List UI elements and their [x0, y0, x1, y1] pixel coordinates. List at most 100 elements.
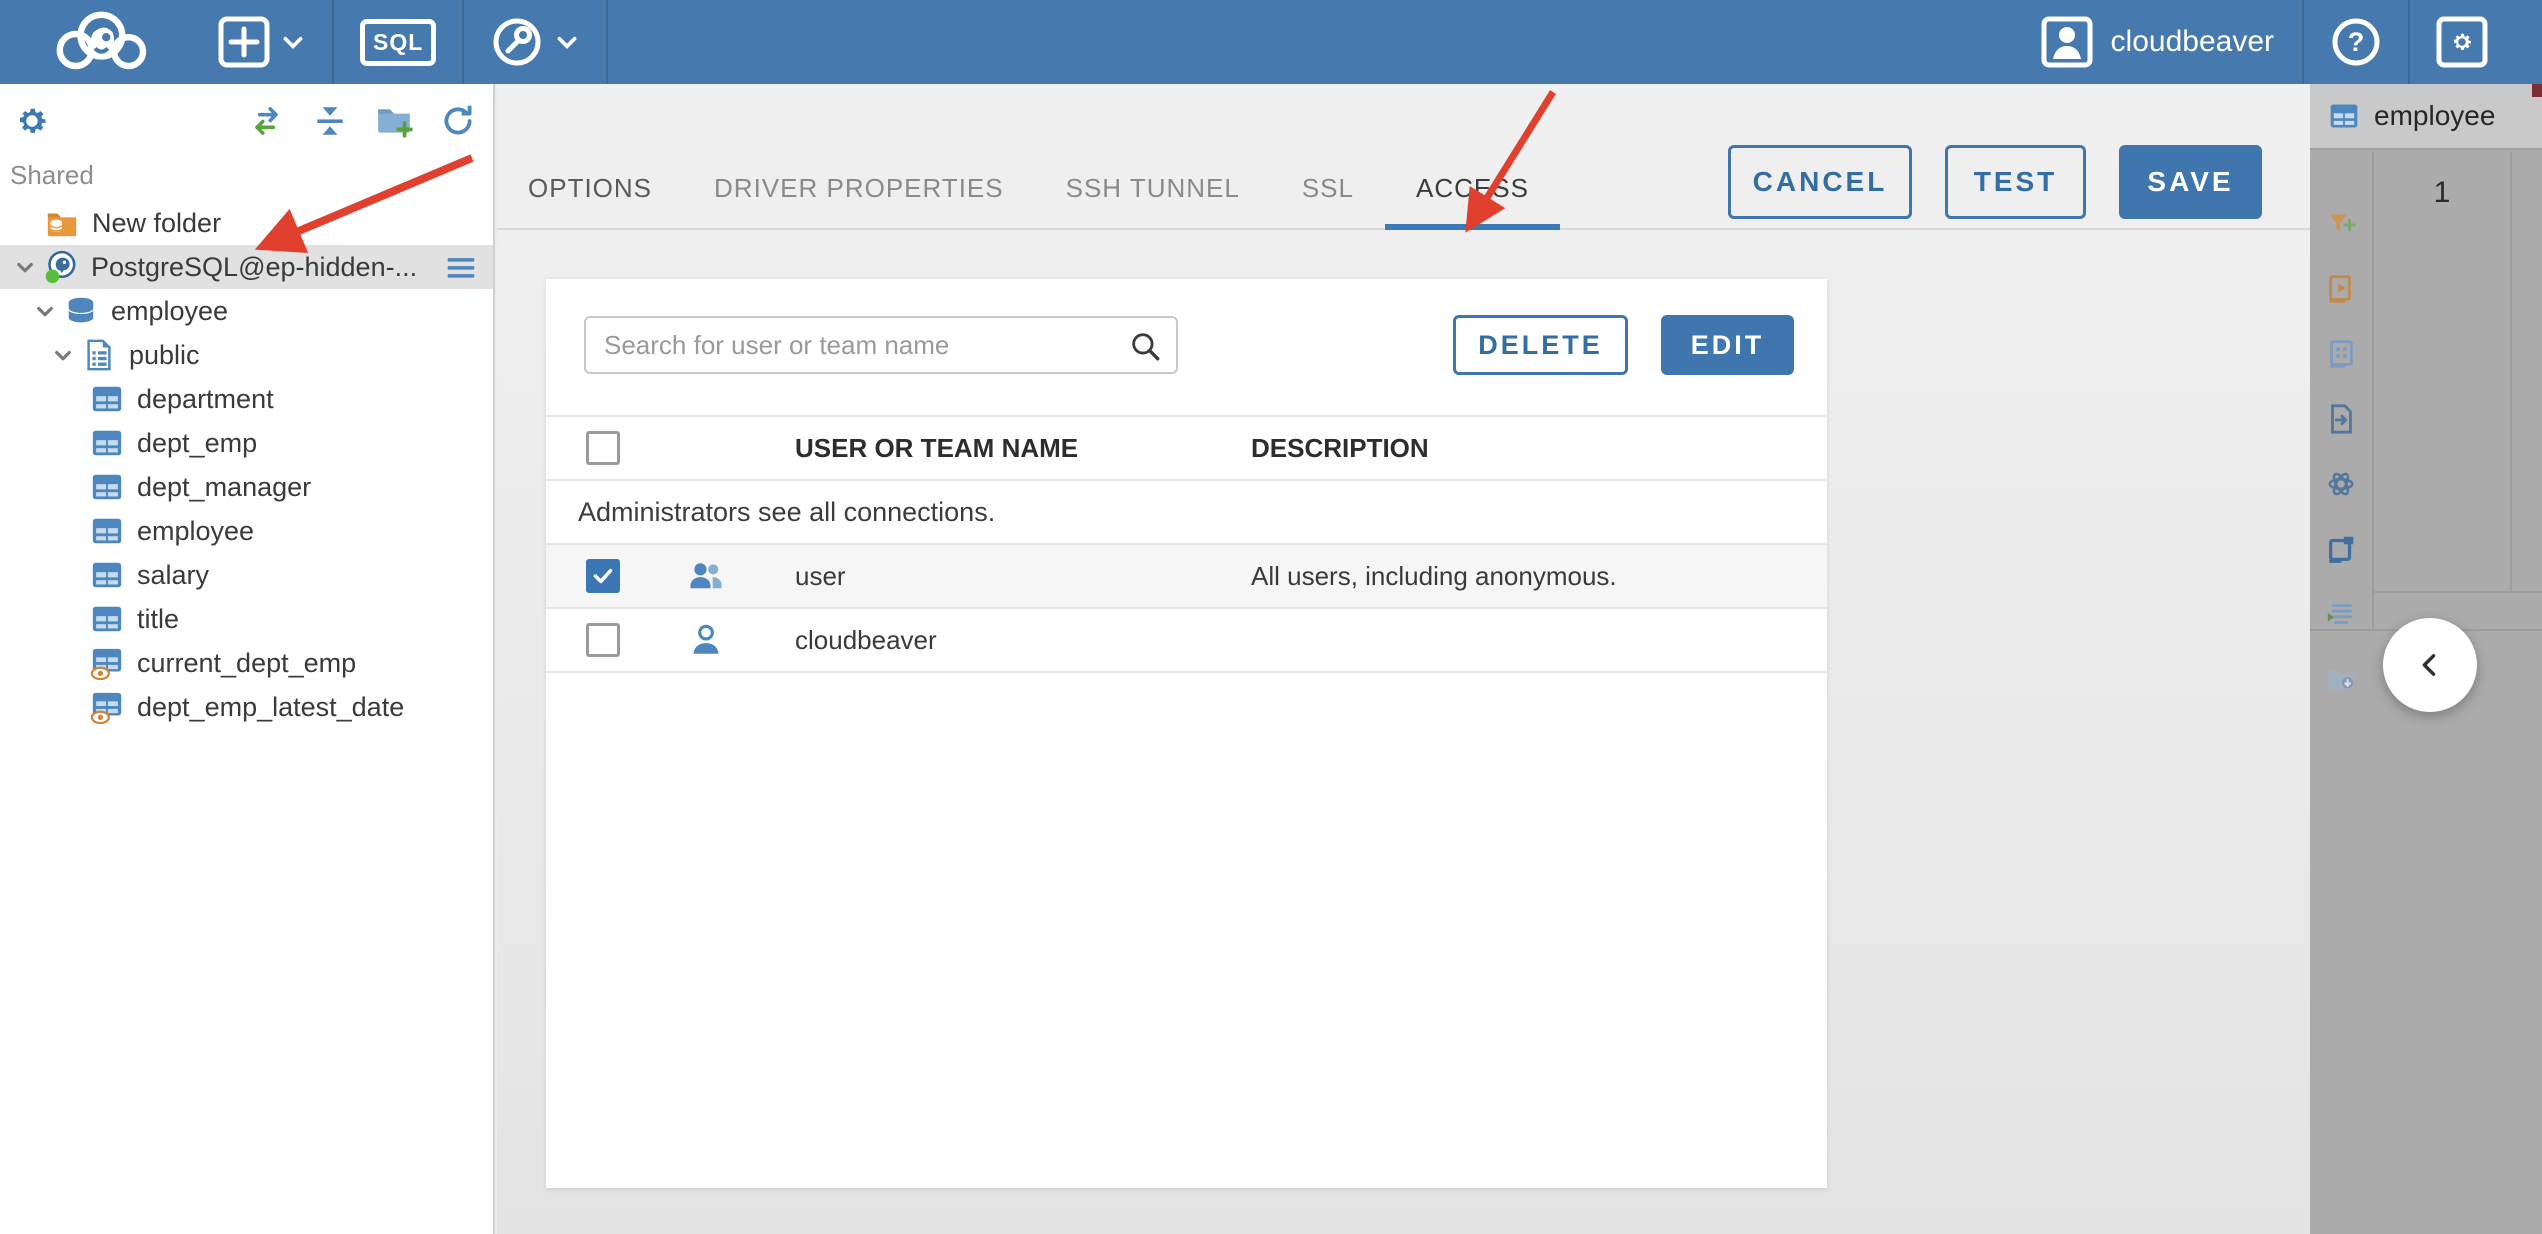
export-document-icon[interactable]	[2324, 402, 2358, 436]
table-row-user[interactable]: user All users, including anonymous.	[546, 545, 1827, 609]
row-name: user	[795, 560, 846, 591]
tree-item-table-title[interactable]: title	[0, 597, 493, 641]
grid-divider	[2510, 152, 2512, 592]
user-icon	[687, 621, 725, 659]
tab-employee-table[interactable]: employee	[2310, 84, 2542, 150]
table-icon	[90, 514, 124, 548]
refresh-icon[interactable]	[439, 102, 477, 140]
cloudbeaver-logo[interactable]	[48, 10, 158, 74]
cloudbeaver-app: SQL cloudbeaver ? Shared New folder Post…	[0, 0, 2542, 1234]
open-in-window-icon[interactable]	[2324, 532, 2358, 566]
top-bar: SQL cloudbeaver ?	[0, 0, 2542, 84]
save-to-folder-icon[interactable]	[2324, 662, 2358, 696]
user-avatar-icon	[2041, 16, 2093, 68]
beaver-cloud-icon	[56, 11, 147, 70]
row-name: cloudbeaver	[795, 624, 937, 655]
link-editor-icon[interactable]	[247, 102, 285, 140]
add-filter-icon[interactable]	[2324, 207, 2358, 241]
tree-item-table-dept-emp[interactable]: dept_emp	[0, 421, 493, 465]
tree-item-table-employee[interactable]: employee	[0, 509, 493, 553]
navigation-sidebar: Shared New folder PostgreSQL@ep-hidden-.…	[0, 84, 495, 1234]
chevron-down-icon[interactable]	[10, 252, 40, 282]
tree-item-table-dept-manager[interactable]: dept_manager	[0, 465, 493, 509]
row-checkbox-checked[interactable]	[586, 559, 620, 593]
tree-item-new-folder[interactable]: New folder	[0, 201, 493, 245]
connection-tools-button[interactable]	[464, 0, 606, 84]
user-menu[interactable]: cloudbeaver	[2013, 0, 2302, 84]
tab-driver-properties[interactable]: DRIVER PROPERTIES	[683, 173, 1035, 228]
postgresql-icon	[44, 250, 78, 284]
tree-item-table-salary[interactable]: salary	[0, 553, 493, 597]
grid-divider	[2372, 152, 2374, 630]
table-icon	[90, 382, 124, 416]
table-info-row: Administrators see all connections.	[546, 481, 1827, 545]
wrench-circle-icon	[493, 18, 541, 66]
right-panel: employee 1	[2310, 84, 2542, 1234]
tab-access[interactable]: ACCESS	[1385, 173, 1560, 230]
right-tab-label: employee	[2374, 100, 2496, 131]
username-label: cloudbeaver	[2110, 25, 2274, 58]
search-box	[584, 316, 1178, 374]
script-play-icon[interactable]	[2324, 272, 2358, 306]
table-icon	[90, 426, 124, 460]
table-icon	[90, 602, 124, 636]
tab-options[interactable]: OPTIONS	[497, 173, 683, 228]
settings-tabbar: OPTIONS DRIVER PROPERTIES SSH TUNNEL SSL…	[497, 150, 2310, 230]
view-icon	[90, 690, 124, 724]
tree-item-table-department[interactable]: department	[0, 377, 493, 421]
help-button[interactable]: ?	[2304, 0, 2408, 84]
chevron-down-icon[interactable]	[30, 296, 60, 326]
execution-log-icon[interactable]	[2324, 597, 2358, 631]
search-icon[interactable]	[1128, 329, 1162, 363]
tree-item-database-employee[interactable]: employee	[0, 289, 493, 333]
connection-menu-icon[interactable]	[445, 251, 477, 283]
access-table: USER OR TEAM NAME DESCRIPTION Administra…	[546, 415, 1827, 673]
table-row-cloudbeaver[interactable]: cloudbeaver	[546, 609, 1827, 673]
column-header-name: USER OR TEAM NAME	[795, 432, 1079, 463]
table-icon	[90, 470, 124, 504]
edit-button[interactable]: EDIT	[1661, 315, 1794, 375]
collapse-all-icon[interactable]	[311, 102, 349, 140]
tree-item-view-dept-emp-latest-date[interactable]: dept_emp_latest_date	[0, 685, 493, 729]
gear-icon	[2436, 16, 2488, 68]
ai-assistant-icon[interactable]	[2324, 467, 2358, 501]
tree-item-view-current-dept-emp[interactable]: current_dept_emp	[0, 641, 493, 685]
chevron-down-icon[interactable]	[48, 340, 78, 370]
tree-item-postgresql-connection[interactable]: PostgreSQL@ep-hidden-...	[0, 245, 493, 289]
tab-ssh-tunnel[interactable]: SSH TUNNEL	[1035, 173, 1271, 228]
access-toolbar: DELETE EDIT	[584, 315, 1794, 375]
view-icon	[90, 646, 124, 680]
chevron-left-icon	[2422, 654, 2436, 676]
schema-icon	[82, 338, 116, 372]
grid-divider	[2372, 591, 2542, 593]
sql-editor-button[interactable]: SQL	[334, 0, 462, 84]
row-number-cell: 1	[2433, 176, 2451, 209]
svg-text:?: ?	[2348, 27, 2365, 57]
new-connection-button[interactable]	[192, 0, 332, 84]
divider	[606, 0, 609, 84]
admins-info-text: Administrators see all connections.	[578, 496, 996, 527]
check-icon	[590, 563, 616, 589]
database-icon	[64, 294, 98, 328]
tab-ssl[interactable]: SSL	[1271, 173, 1385, 228]
row-description: All users, including anonymous.	[1251, 560, 1617, 591]
chevron-down-icon	[283, 36, 303, 49]
table-icon	[2328, 100, 2360, 132]
search-input[interactable]	[586, 329, 1176, 361]
column-header-description: DESCRIPTION	[1251, 432, 1429, 463]
connection-settings-main: CANCEL TEST SAVE OPTIONS DRIVER PROPERTI…	[497, 84, 2310, 1234]
tree-item-schema-public[interactable]: public	[0, 333, 493, 377]
sql-icon: SQL	[360, 18, 437, 66]
expand-panel-button[interactable]	[2383, 618, 2477, 712]
row-checkbox[interactable]	[586, 623, 620, 657]
delete-button[interactable]: DELETE	[1453, 315, 1628, 375]
select-all-checkbox[interactable]	[586, 431, 620, 465]
settings-button[interactable]	[2410, 0, 2514, 84]
grid-toolbar	[2310, 152, 2372, 1234]
chevron-down-icon	[557, 36, 577, 49]
sidebar-toolbar	[0, 84, 493, 152]
team-icon	[686, 556, 726, 596]
sidebar-settings-icon[interactable]	[14, 103, 50, 139]
add-folder-icon[interactable]	[375, 102, 413, 140]
grid-script-icon[interactable]	[2324, 337, 2358, 371]
